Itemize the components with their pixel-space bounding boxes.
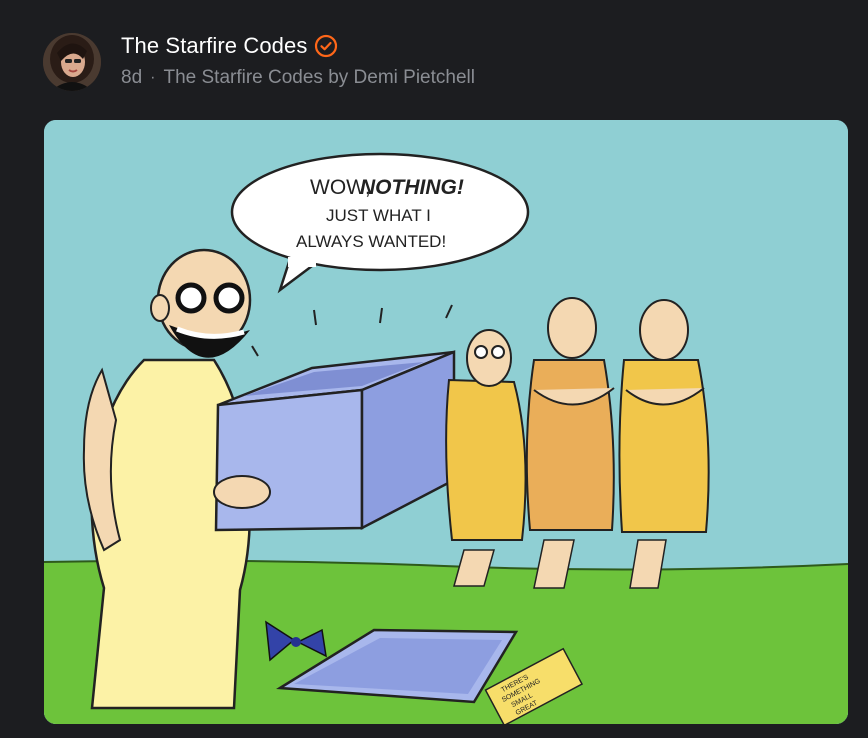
verified-check-icon — [314, 34, 338, 58]
post-meta: 8d · The Starfire Codes by Demi Pietchel… — [121, 67, 475, 89]
post-header: The Starfire Codes 8d · The Starfire Cod… — [43, 30, 843, 94]
post-image[interactable]: WOW, NOTHING! JUST WHAT I ALWAYS WANTED! — [44, 120, 848, 724]
speech-line-1b: NOTHING! — [360, 176, 464, 199]
author-name[interactable]: The Starfire Codes — [121, 33, 307, 59]
author-title-row: The Starfire Codes — [121, 33, 338, 59]
post-age: 8d — [121, 67, 143, 88]
speech-line-2: JUST WHAT I — [326, 206, 431, 225]
publication-link[interactable]: The Starfire Codes by Demi Pietchell — [163, 67, 475, 89]
meta-separator: · — [150, 69, 156, 86]
speech-line-3: ALWAYS WANTED! — [296, 232, 446, 251]
author-avatar[interactable] — [43, 33, 101, 91]
